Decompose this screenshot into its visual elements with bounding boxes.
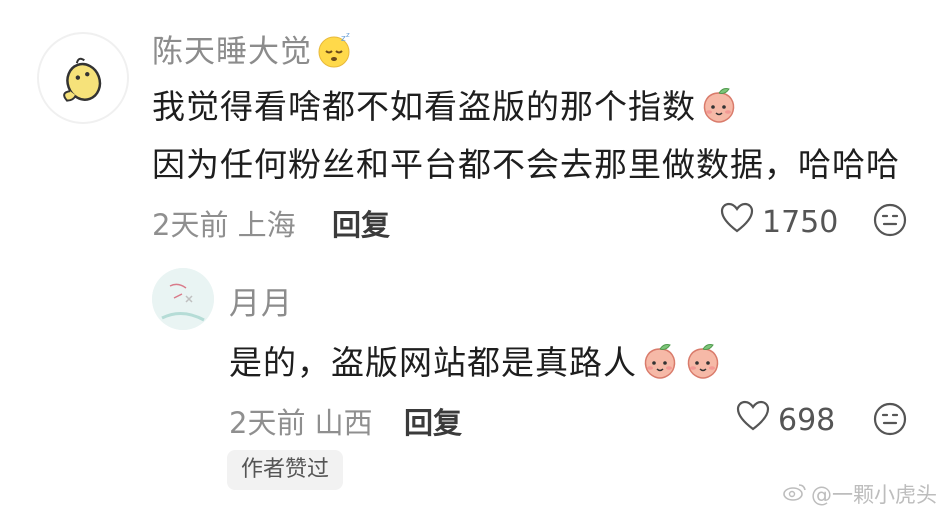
reply-button[interactable]: 回复 (332, 202, 390, 244)
heart-icon (720, 202, 754, 242)
reply-user-avatar[interactable] (152, 268, 214, 330)
heart-icon (736, 400, 770, 440)
time-location: 2天前 上海 (152, 208, 296, 242)
peach-emoji-icon (699, 85, 739, 133)
reply-text: 是的，盗版网站都是真路人 (229, 336, 723, 389)
username-text[interactable]: 陈天睡大觉 (152, 34, 312, 70)
like-button[interactable]: 1750 (720, 202, 838, 242)
comment-line-1-text: 我觉得看啥都不如看盗版的那个指数 (152, 87, 696, 126)
comment-line-1: 我觉得看啥都不如看盗版的那个指数 (152, 80, 739, 133)
watermark-text: @一颗小虎头 (811, 483, 937, 507)
user-avatar[interactable] (37, 32, 129, 124)
reply-like-button[interactable]: 698 (736, 400, 835, 440)
reply-time-location: 2天前 山西 (229, 406, 373, 440)
weibo-logo-icon (783, 482, 807, 507)
like-count: 1750 (762, 204, 839, 240)
reply-username[interactable]: 月月 (229, 278, 293, 323)
sleepy-face-emoji-icon: z z (315, 31, 353, 77)
reply-text-content: 是的，盗版网站都是真路人 (229, 343, 637, 382)
reply-like-count: 698 (778, 402, 836, 438)
comment-line-2: 因为任何粉丝和平台都不会去那里做数据，哈哈哈 (152, 138, 900, 186)
comment-line-2-text: 因为任何粉丝和平台都不会去那里做数据，哈哈哈 (152, 145, 900, 184)
watermark: @一颗小虎头 (783, 479, 937, 509)
reply-reply-button[interactable]: 回复 (404, 400, 462, 442)
emoji-react-icon[interactable] (873, 203, 907, 237)
svg-text:z: z (346, 31, 351, 39)
author-liked-badge: 作者赞过 (227, 450, 344, 490)
emoji-react-icon[interactable] (873, 402, 907, 436)
peach-emoji-icon (683, 341, 723, 389)
username[interactable]: 陈天睡大觉 z z (152, 26, 353, 77)
peach-emoji-icon (640, 341, 680, 389)
